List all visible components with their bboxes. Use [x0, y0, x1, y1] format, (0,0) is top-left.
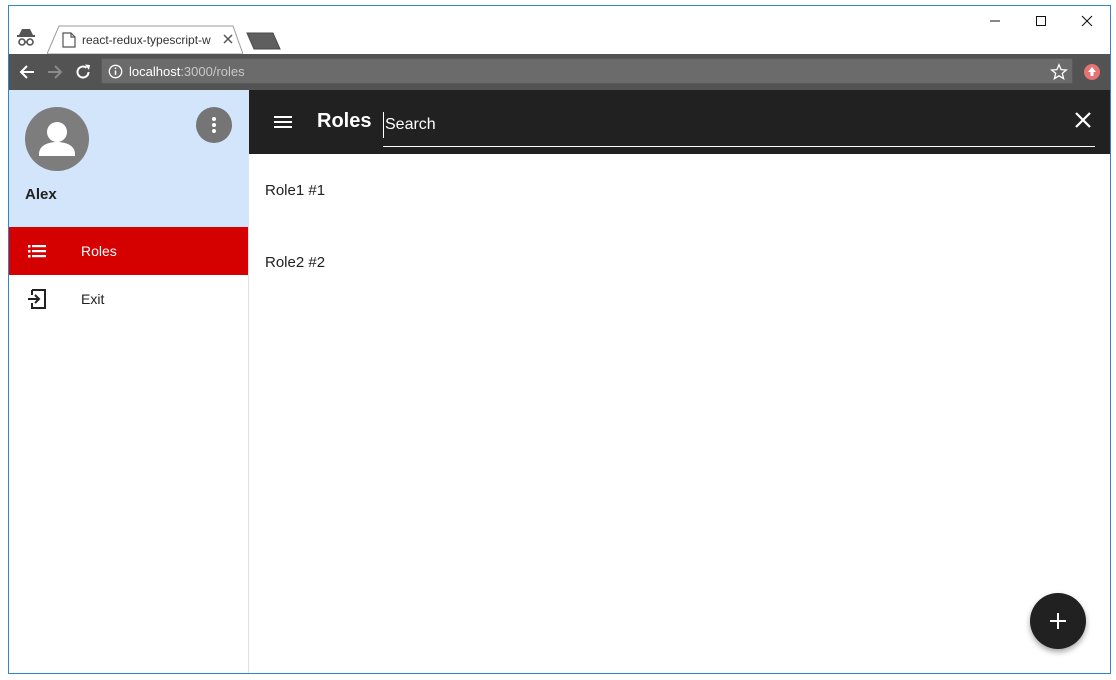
page-icon — [62, 32, 76, 48]
profile-header: Alex — [9, 90, 249, 227]
minimize-icon — [990, 20, 1000, 22]
sidebar-item-label: Roles — [81, 243, 117, 259]
info-icon[interactable] — [108, 64, 123, 79]
forward-arrow-icon[interactable] — [46, 63, 64, 81]
sidebar-item-label: Exit — [81, 291, 105, 307]
person-icon — [39, 122, 75, 156]
address-bar[interactable]: localhost:3000/roles — [101, 58, 1073, 84]
user-name: Alex — [25, 186, 57, 203]
sidebar-drawer: Alex Roles Exit — [9, 90, 249, 673]
sidebar-item-exit[interactable]: Exit — [9, 275, 248, 323]
add-role-button[interactable] — [1030, 593, 1086, 649]
url-path: :3000/roles — [180, 64, 245, 79]
incognito-icon — [17, 29, 35, 46]
list-item[interactable]: Role2 #2 — [249, 226, 1110, 298]
exit-icon — [28, 289, 46, 309]
title-bar: react-redux-typescript-w — [9, 6, 1110, 54]
page-title: Roles — [317, 110, 372, 132]
tab-title: react-redux-typescript-w — [82, 33, 211, 47]
role-label: Role2 #2 — [265, 254, 326, 271]
roles-list: Role1 #1 Role2 #2 — [249, 154, 1110, 673]
browser-tab[interactable]: react-redux-typescript-w — [47, 25, 243, 54]
bookmark-star-icon[interactable] — [1050, 63, 1068, 81]
profile-menu-button[interactable] — [196, 107, 232, 143]
window-controls — [972, 6, 1110, 36]
list-icon — [28, 245, 46, 258]
search-input[interactable] — [383, 112, 1043, 138]
close-icon — [1081, 15, 1093, 27]
url-text: localhost:3000/roles — [129, 64, 245, 79]
sidebar-item-roles[interactable]: Roles — [9, 227, 248, 275]
search-field — [383, 106, 1095, 147]
plus-icon — [1050, 613, 1066, 629]
close-search-icon[interactable] — [1071, 108, 1095, 132]
back-arrow-icon[interactable] — [18, 63, 36, 81]
more-vert-icon — [212, 117, 216, 133]
new-tab-button[interactable] — [246, 32, 282, 50]
extension-update-icon[interactable] — [1083, 63, 1101, 81]
close-window-button[interactable] — [1064, 6, 1110, 36]
minimize-button[interactable] — [972, 6, 1018, 36]
maximize-icon — [1036, 16, 1046, 26]
browser-toolbar: localhost:3000/roles — [9, 54, 1110, 90]
tab-close-icon[interactable] — [221, 32, 235, 46]
role-label: Role1 #1 — [265, 182, 326, 199]
hamburger-menu-icon[interactable] — [271, 110, 295, 134]
reload-icon[interactable] — [74, 63, 92, 81]
list-item[interactable]: Role1 #1 — [249, 154, 1110, 226]
browser-window: react-redux-typescript-w localhost:3000/… — [8, 5, 1111, 674]
app-bar: Roles — [249, 90, 1110, 154]
maximize-button[interactable] — [1018, 6, 1064, 36]
url-host: localhost — [129, 64, 181, 79]
avatar — [25, 107, 89, 171]
